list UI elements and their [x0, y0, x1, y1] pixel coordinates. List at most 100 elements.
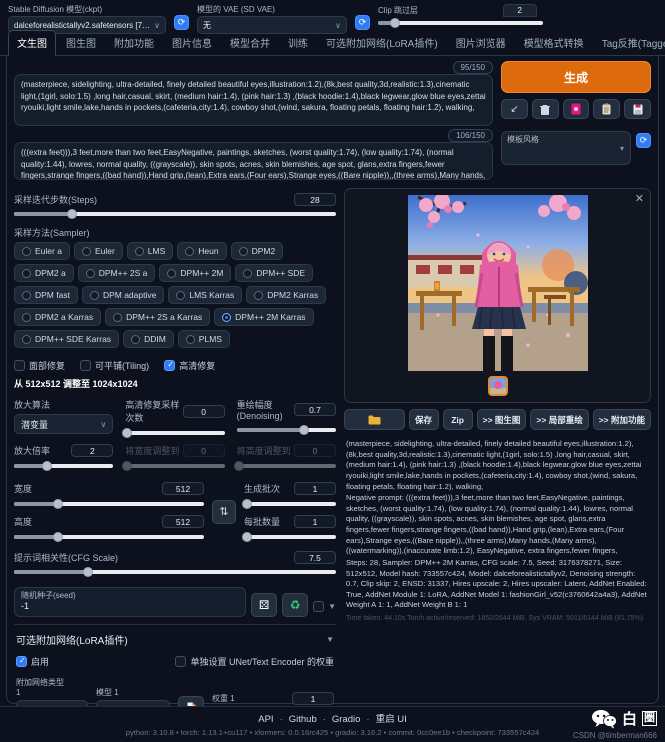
open-folder-button[interactable] [344, 409, 405, 430]
hires-steps-value[interactable]: 0 [183, 405, 225, 418]
chevron-down-icon: ∨ [335, 21, 341, 30]
gallery-action-button[interactable]: >> 局部重绘 [530, 409, 588, 430]
footer-link[interactable]: 重启 UI [360, 714, 406, 725]
tab[interactable]: 可选附加网络(LoRA插件) [318, 31, 446, 55]
negative-prompt-input[interactable]: (((extra feet))),3 feet,more than two fe… [14, 142, 493, 180]
upscale-by-value[interactable]: 2 [71, 444, 113, 457]
sampler-radio[interactable]: DPM++ 2M Karras [214, 308, 313, 326]
sampler-radio[interactable]: DPM2 a Karras [14, 308, 101, 326]
footer-link[interactable]: Gradio [317, 714, 361, 725]
prompt-input[interactable]: (masterpiece, sidelighting, ultra-detail… [14, 74, 493, 126]
clip-skip-slider[interactable] [378, 17, 543, 28]
tab[interactable]: 图片信息 [164, 31, 220, 55]
swap-dimensions-button[interactable]: ⇅ [212, 500, 236, 524]
checkbox-icon [80, 360, 91, 371]
width-value[interactable]: 512 [162, 482, 204, 495]
gallery-thumbnail[interactable] [488, 376, 508, 396]
cfg-value[interactable]: 7.5 [294, 551, 336, 564]
sampler-radio[interactable]: LMS [127, 242, 173, 260]
sampler-radio[interactable]: Euler [74, 242, 123, 260]
paste-params-button[interactable]: ↙ [501, 99, 528, 119]
radio-icon [135, 247, 144, 256]
steps-value[interactable]: 28 [294, 193, 336, 206]
sampler-radio[interactable]: DPM2 Karras [246, 286, 326, 304]
lora-separate-weights-checkbox[interactable]: 单独设置 UNet/Text Encoder 的权重 [175, 655, 334, 668]
sampler-radio[interactable]: PLMS [178, 330, 230, 348]
hires-steps-slider[interactable] [125, 427, 224, 438]
sampler-radio[interactable]: DPM fast [14, 286, 78, 304]
generate-button[interactable]: 生成 [501, 61, 651, 93]
upscaler-select[interactable]: 潜变量 ∨ [14, 414, 113, 434]
gallery-action-button[interactable]: >> 附加功能 [593, 409, 651, 430]
lora-enable-checkbox[interactable]: 启用 [16, 655, 49, 668]
face-restore-checkbox[interactable]: 面部修复 [14, 359, 65, 372]
tab[interactable]: 模型格式转换 [516, 31, 592, 55]
reuse-seed-button[interactable]: ♻ [282, 593, 308, 617]
sampler-radio[interactable]: LMS Karras [168, 286, 242, 304]
sampler-radio[interactable]: Heun [177, 242, 226, 260]
main-tabs: 文生图 图生图 附加功能 图片信息 模型合并 训练 可选附加网络(LoRA插件)… [0, 32, 665, 56]
sampler-radio[interactable]: DPM++ 2S a Karras [105, 308, 210, 326]
lora-weight-value[interactable]: 1 [292, 692, 334, 705]
hires-fix-checkbox[interactable]: 高清修复 [164, 359, 215, 372]
sampler-radio[interactable]: DPM++ SDE [235, 264, 313, 282]
seed-input[interactable]: 随机种子(seed) -1 [14, 587, 246, 617]
batch-count-value[interactable]: 1 [294, 482, 336, 495]
tab[interactable]: Tag反推(Tagger) [594, 31, 665, 55]
tab[interactable]: 图片浏览器 [448, 31, 514, 55]
upscale-by-slider[interactable] [14, 460, 113, 471]
height-value[interactable]: 512 [162, 515, 204, 528]
ckpt-refresh-button[interactable]: ⟳ [174, 15, 189, 30]
batch-size-value[interactable]: 1 [294, 515, 336, 528]
sampler-label: 采样方法(Sampler) [14, 228, 90, 238]
sampler-radio[interactable]: DPM++ 2S a [78, 264, 156, 282]
denoise-slider[interactable] [237, 424, 336, 435]
sampler-radio[interactable]: DPM2 a [14, 264, 74, 282]
footer-link[interactable]: API [258, 714, 273, 725]
steps-slider[interactable] [14, 208, 336, 219]
sampler-radio[interactable]: DPM2 [231, 242, 284, 260]
height-slider[interactable] [14, 531, 204, 542]
sampler-radio[interactable]: Euler a [14, 242, 70, 260]
random-seed-button[interactable]: ⚄ [251, 593, 277, 617]
apply-style-button[interactable] [593, 99, 620, 119]
width-slider[interactable] [14, 498, 204, 509]
radio-icon [86, 269, 95, 278]
gallery-action-button[interactable]: >> 图生图 [477, 409, 527, 430]
lora-accordion-header[interactable]: 可选附加网络(LoRA插件) ▼ [14, 625, 336, 652]
output-gallery: ✕ [344, 188, 651, 403]
tab[interactable]: 模型合并 [222, 31, 278, 55]
sampler-radio[interactable]: DPM++ SDE Karras [14, 330, 119, 348]
gallery-actions: 保存 Zip >> 图生图 >> 局部重绘 >> 附加功能 [344, 409, 651, 430]
sampler-radio[interactable]: DPM++ 2M [159, 264, 231, 282]
tab[interactable]: 图生图 [58, 31, 104, 55]
tiling-checkbox[interactable]: 可平铺(Tiling) [80, 359, 149, 372]
seed-extra-checkbox[interactable] [313, 601, 324, 612]
cfg-slider[interactable] [14, 566, 336, 577]
chevron-down-icon: ∨ [154, 21, 160, 30]
radio-icon [82, 247, 91, 256]
generated-image[interactable] [408, 195, 588, 371]
save-style-button[interactable] [624, 99, 651, 119]
batch-size-slider[interactable] [244, 531, 336, 542]
batch-count-slider[interactable] [244, 498, 336, 509]
sampler-radio[interactable]: DDIM [123, 330, 174, 348]
close-icon[interactable]: ✕ [635, 192, 644, 205]
tab[interactable]: 训练 [280, 31, 316, 55]
tab[interactable]: 文生图 [8, 30, 56, 56]
denoise-value[interactable]: 0.7 [294, 403, 336, 416]
brand-bai: 白 [622, 708, 637, 729]
tab[interactable]: 附加功能 [106, 31, 162, 55]
gallery-action-button[interactable]: Zip [443, 409, 473, 430]
batch-size-label: 每批数量 [244, 515, 280, 528]
sampler-radio[interactable]: DPM adaptive [82, 286, 164, 304]
info-params: Steps: 28, Sampler: DPM++ 2M Karras, CFG… [346, 558, 649, 611]
clear-prompt-button[interactable] [532, 99, 559, 119]
vae-refresh-button[interactable]: ⟳ [355, 15, 370, 30]
styles-select[interactable]: 模板风格 ▾ [501, 131, 631, 165]
styles-refresh-button[interactable]: ⟳ [636, 133, 651, 148]
checkbox-icon [14, 360, 25, 371]
footer-link[interactable]: Github [274, 714, 317, 725]
extra-networks-button[interactable] [563, 99, 590, 119]
gallery-action-button[interactable]: 保存 [409, 409, 439, 430]
